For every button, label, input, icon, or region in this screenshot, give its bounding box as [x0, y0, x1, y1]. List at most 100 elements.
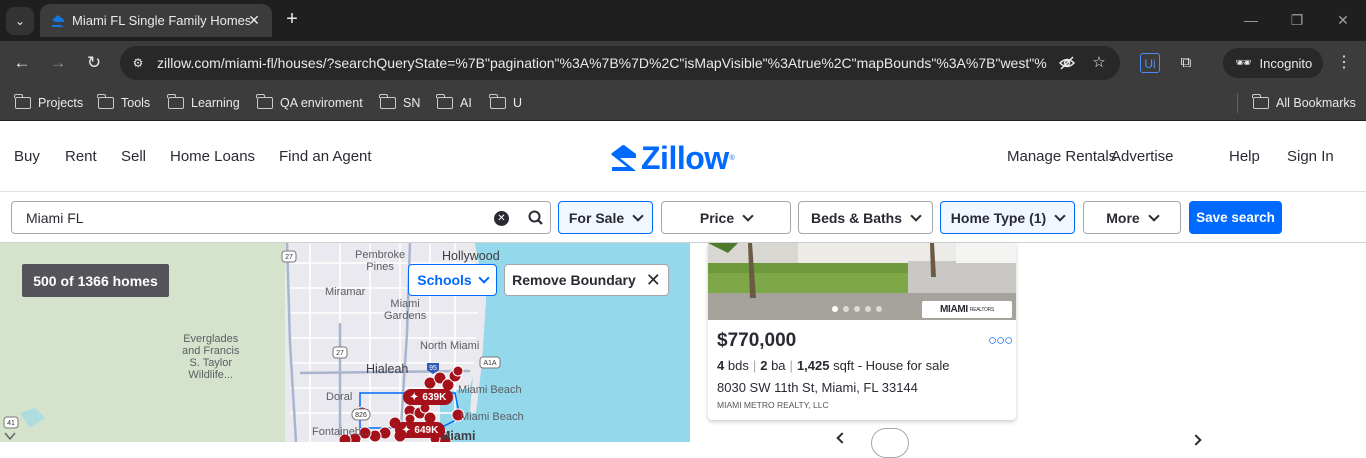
nav-find-an-agent[interactable]: Find an Agent: [279, 148, 372, 165]
map-label-doral: Doral: [326, 391, 353, 403]
map-label-miami: Miami: [440, 429, 476, 442]
close-icon: ✕: [645, 270, 661, 290]
location-search-input[interactable]: Miami FL ✕: [11, 201, 551, 234]
nav-sign-in[interactable]: Sign In: [1287, 148, 1334, 165]
map-label-hialeah: Hialeah: [366, 362, 409, 376]
chevron-down-icon: [1054, 209, 1066, 222]
nav-manage-rentals[interactable]: Manage Rentals: [1007, 148, 1116, 165]
browser-menu-icon[interactable]: ⋮: [1336, 53, 1352, 73]
bookmark-folder-qa-enviroment[interactable]: QA enviroment: [256, 93, 363, 113]
extensions-puzzle-icon[interactable]: ⧉: [1176, 53, 1196, 73]
map-view[interactable]: 27 27 95 A1A 826 41 Hollywood Pembroke P…: [0, 243, 690, 442]
nav-sell[interactable]: Sell: [121, 148, 146, 165]
route-shield-27b: 27: [336, 350, 344, 357]
pagination-current-page[interactable]: [871, 428, 909, 458]
folder-icon: [489, 94, 506, 109]
nav-home-loans[interactable]: Home Loans: [170, 148, 255, 165]
home-type-filter-button[interactable]: Home Type (1): [940, 201, 1075, 234]
bookmark-folder-learning[interactable]: Learning: [167, 93, 240, 113]
home-type-label: Home Type (1): [950, 209, 1047, 226]
listing-address[interactable]: 8030 SW 11th St, Miami, FL 33144: [717, 380, 918, 395]
window-close-icon[interactable]: ✕: [1333, 10, 1353, 30]
forward-arrow-icon[interactable]: →: [46, 51, 70, 75]
sqft-value: 1,425: [796, 358, 830, 373]
search-value[interactable]: Miami FL: [26, 210, 84, 226]
map-label-pembroke-pines: Pembroke Pines: [355, 249, 406, 273]
remove-boundary-button[interactable]: Remove Boundary ✕: [504, 264, 669, 296]
site-info-tune-icon[interactable]: ⚙: [130, 55, 146, 71]
map-label-fontainebleau: Fontaineb...: [312, 426, 371, 438]
ui-extension-icon[interactable]: Ui: [1140, 53, 1160, 73]
minimize-icon[interactable]: —: [1241, 10, 1261, 30]
reload-icon[interactable]: ↻: [82, 51, 106, 75]
eye-off-icon[interactable]: [1058, 54, 1076, 72]
nav-advertise[interactable]: Advertise: [1111, 148, 1174, 165]
tab-title: Miami FL Single Family Homes F: [72, 13, 250, 28]
incognito-indicator[interactable]: 🕶 Incognito: [1223, 48, 1323, 78]
search-icon[interactable]: [526, 208, 546, 228]
tab-search-chevron-icon[interactable]: ⌄: [6, 7, 34, 35]
zillow-logo[interactable]: Zillow ®: [611, 140, 735, 176]
browser-tab[interactable]: Miami FL Single Family Homes F ✕: [40, 4, 272, 37]
restore-icon[interactable]: ❐: [1287, 10, 1307, 30]
bookmarks-separator: [1237, 93, 1238, 113]
bookmark-folder-u[interactable]: U: [489, 93, 522, 113]
route-shield-95: 95: [429, 365, 437, 372]
tab-close-icon[interactable]: ✕: [246, 12, 262, 28]
url-text[interactable]: zillow.com/miami-fl/houses/?searchQueryS…: [157, 55, 1047, 71]
route-shield-41: 41: [7, 420, 15, 427]
price-label: Price: [699, 209, 735, 226]
nav-help[interactable]: Help: [1229, 148, 1260, 165]
more-options-icon[interactable]: ○○○: [988, 332, 1013, 349]
map-label-miami-beach: Miami Beach: [458, 384, 522, 396]
registered-mark: ®: [729, 154, 735, 162]
bookmark-folder-ai[interactable]: AI: [436, 93, 472, 113]
listing-facts: 4 bds | 2 ba | 1,425 sqft - House for sale: [717, 358, 950, 373]
map-price-pin[interactable]: ✦ 639K: [403, 389, 454, 405]
result-count-badge: 500 of 1366 homes: [22, 264, 169, 297]
save-search-button[interactable]: Save search: [1189, 201, 1282, 234]
more-filters-button[interactable]: More: [1083, 201, 1181, 234]
star-icon: ✦: [410, 391, 419, 403]
browser-tab-strip: ⌄ Miami FL Single Family Homes F ✕ + — ❐…: [0, 0, 1366, 41]
zillow-house-logo-icon: [611, 144, 636, 171]
nav-buy[interactable]: Buy: [14, 148, 40, 165]
beds-count: 4: [717, 358, 725, 373]
nav-rent[interactable]: Rent: [65, 148, 97, 165]
beds-baths-filter-button[interactable]: Beds & Baths: [798, 201, 933, 234]
photo-carousel-dots[interactable]: [832, 306, 882, 312]
bookmark-star-icon[interactable]: ☆: [1090, 54, 1108, 72]
folder-icon: [436, 94, 453, 109]
back-arrow-icon[interactable]: ←: [10, 51, 34, 75]
folder-icon: [14, 94, 31, 109]
for-sale-filter-button[interactable]: For Sale: [558, 201, 653, 234]
new-tab-plus-icon[interactable]: +: [280, 8, 304, 32]
property-photo[interactable]: MIAMI REALTORS: [708, 243, 1016, 320]
map-label-hollywood: Hollywood: [442, 249, 500, 263]
chevron-down-icon: [910, 209, 922, 222]
zillow-favicon-icon: [50, 13, 66, 29]
baths-count: 2: [760, 358, 768, 373]
all-bookmarks[interactable]: All Bookmarks: [1252, 93, 1356, 113]
bookmark-folder-tools[interactable]: Tools: [97, 93, 150, 113]
folder-icon: [97, 94, 114, 109]
bookmark-folder-sn[interactable]: SN: [379, 93, 420, 113]
bookmarks-bar: Projects Tools Learning QA enviroment SN…: [0, 85, 1366, 121]
clear-search-icon[interactable]: ✕: [494, 211, 509, 226]
price-filter-button[interactable]: Price: [661, 201, 791, 234]
pagination-next-chevron-icon[interactable]: [1190, 434, 1202, 446]
address-bar[interactable]: ⚙ zillow.com/miami-fl/houses/?searchQuer…: [120, 46, 1120, 80]
for-sale-label: For Sale: [568, 209, 625, 226]
folder-icon: [1252, 94, 1269, 109]
incognito-icon: 🕶: [1235, 55, 1252, 70]
property-card[interactable]: MIAMI REALTORS $770,000 ○○○ 4 bds | 2 ba | 1,…: [708, 243, 1016, 420]
chevron-down-icon: [1148, 209, 1160, 222]
search-filter-bar: Miami FL ✕ For Sale Price Beds & Baths H…: [0, 192, 1366, 243]
listing-results-pane[interactable]: MIAMI REALTORS $770,000 ○○○ 4 bds | 2 ba | 1,…: [690, 243, 1366, 458]
map-label-everglades: Everglades and Francis S. Taylor Wildlif…: [182, 333, 240, 381]
incognito-label: Incognito: [1259, 55, 1313, 71]
map-price-pin[interactable]: ✦ 649K: [395, 422, 446, 438]
schools-toggle-button[interactable]: Schools: [408, 264, 497, 296]
map-label-north-miami: North Miami: [420, 340, 480, 352]
bookmark-folder-projects[interactable]: Projects: [14, 93, 83, 113]
